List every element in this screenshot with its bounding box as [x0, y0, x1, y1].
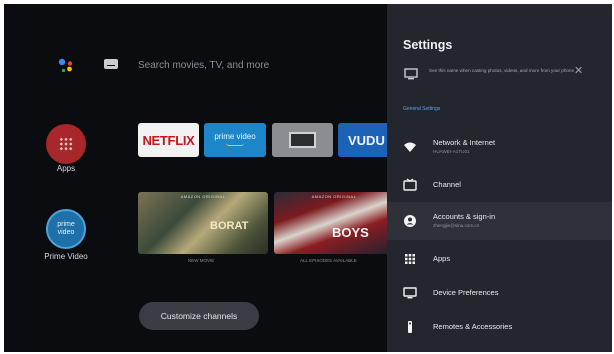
settings-title: Settings [403, 38, 453, 52]
tv-icon [289, 132, 316, 148]
settings-item-remotes[interactable]: Remotes & Accessories [387, 308, 612, 346]
prime-video-card-logo: prime video [214, 132, 256, 141]
poster-band: AMAZON ORIGINAL [311, 194, 357, 199]
settings-item-device-preferences[interactable]: Device Preferences [387, 274, 612, 312]
poster-caption: ALL EPISODES AVAILABLE [300, 258, 357, 263]
prime-video-app-card[interactable]: prime video [204, 123, 266, 157]
customize-channels-label: Customize channels [160, 311, 238, 321]
account-icon [404, 215, 416, 227]
poster-title: BORAT [210, 220, 249, 232]
apps-label: Apps [56, 164, 76, 173]
settings-item-apps[interactable]: Apps [387, 240, 612, 278]
poster-caption: NEW MOVIE [188, 258, 215, 263]
prime-video-channel-button[interactable]: prime video [46, 209, 86, 249]
settings-item-label: Channel [433, 180, 461, 189]
poster-title: BOYS [332, 225, 369, 240]
settings-item-sub: HUAWEI-A1TU01 [433, 149, 470, 154]
apps-grid-icon [405, 254, 415, 264]
cast-icon [404, 68, 418, 80]
live-tv-app-card[interactable] [272, 123, 333, 157]
netflix-logo: NETFLIX [142, 133, 195, 148]
settings-item-network[interactable]: Network & Internet HUAWEI-A1TU01 [387, 128, 612, 166]
close-icon[interactable]: ✕ [574, 64, 583, 77]
settings-item-label: Device Preferences [433, 288, 499, 297]
settings-item-label: Network & Internet [433, 138, 496, 147]
prime-video-logo: prime video [57, 221, 75, 236]
prime-smile-icon [226, 143, 244, 146]
monitor-icon [403, 287, 417, 299]
tv-screen: Search movies, TV, and more Apps prime v… [4, 4, 612, 352]
remote-icon [408, 321, 412, 333]
vudu-app-card[interactable]: VUDU [338, 123, 394, 157]
google-assistant-icon[interactable] [56, 56, 76, 76]
wifi-icon [404, 142, 416, 152]
prime-video-label: Prime Video [44, 252, 88, 261]
tv-icon [403, 178, 417, 191]
settings-item-sub: zhengjie@sina.com.cn [433, 223, 480, 228]
apps-grid-icon [59, 137, 73, 151]
settings-item-label: Apps [433, 254, 451, 263]
search-bar[interactable]: Search movies, TV, and more [138, 60, 269, 71]
settings-item-label: Accounts & sign-in [433, 212, 496, 221]
settings-panel: Settings See this name when casting phot… [387, 4, 612, 352]
apps-launcher-button[interactable] [46, 124, 86, 164]
section-header: General Settings [403, 106, 441, 112]
vudu-logo: VUDU [348, 133, 385, 148]
netflix-app-card[interactable]: NETFLIX [138, 123, 199, 157]
settings-item-channel[interactable]: Channel [387, 166, 612, 204]
poster-card-borat[interactable]: AMAZON ORIGINAL BORAT [138, 192, 268, 254]
customize-channels-button[interactable]: Customize channels [139, 302, 259, 330]
settings-item-accounts[interactable]: Accounts & sign-in zhengjie@sina.com.cn [387, 202, 612, 240]
keyboard-icon[interactable] [104, 59, 118, 69]
poster-band: AMAZON ORIGINAL [180, 194, 226, 199]
poster-card-boys[interactable]: AMAZON ORIGINAL BOYS [274, 192, 394, 254]
settings-item-label: Remotes & Accessories [433, 322, 513, 331]
device-name-hint: See this name when casting photos, video… [429, 68, 575, 73]
